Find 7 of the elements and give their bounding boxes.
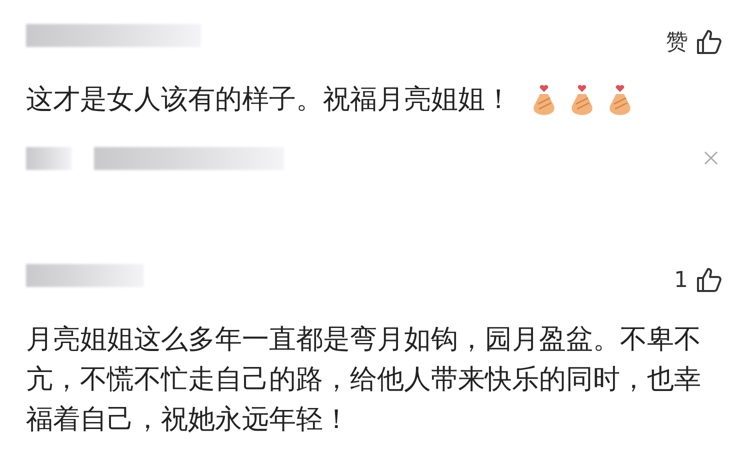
comment-text: 月亮姐姐这么多年一直都是弯月如钩，园月盈盆。不卑不亢，不慌不忙走自己的路，给他人带来快乐的同时，也幸福着自己，祝她永远年轻！	[26, 323, 702, 437]
redacted-name	[26, 146, 72, 170]
like-count: 1	[674, 268, 688, 292]
thumbs-up-icon[interactable]	[696, 29, 722, 55]
thumbs-up-icon[interactable]	[696, 267, 722, 293]
like-count: 赞	[666, 29, 688, 57]
comment-text: 这才是女人该有的样子。祝福月亮姐姐！	[26, 83, 512, 117]
